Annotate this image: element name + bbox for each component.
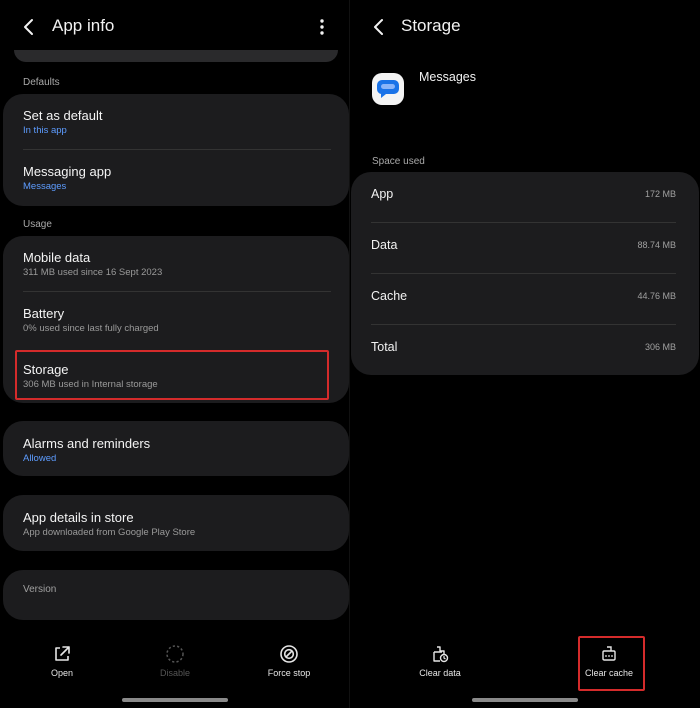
storage-item-label: Total bbox=[371, 340, 398, 354]
open-label: Open bbox=[50, 668, 74, 678]
disable-button: Disable bbox=[130, 640, 220, 678]
app-info-screen: App info Defaults Set as default In this… bbox=[0, 0, 350, 708]
storage-bottom-bar: Clear data Clear cache bbox=[350, 640, 700, 690]
page-title: App info bbox=[52, 16, 115, 35]
version-card: Version bbox=[3, 570, 349, 620]
version-row: Version bbox=[3, 570, 349, 620]
app-info-header: App info bbox=[0, 0, 350, 54]
app-info-bottom-bar: Open Disable Force stop bbox=[0, 640, 350, 690]
back-arrow-icon bbox=[374, 19, 383, 35]
disable-label: Disable bbox=[159, 668, 190, 678]
clear-cache-button[interactable]: Clear cache bbox=[564, 640, 654, 678]
row-subtitle: Messages bbox=[23, 181, 67, 192]
storage-item-app: App 172 MB bbox=[351, 172, 699, 223]
storage-item-label: Cache bbox=[371, 289, 408, 303]
storage-item-total: Total 306 MB bbox=[351, 325, 699, 376]
row-subtitle: App downloaded from Google Play Store bbox=[23, 527, 196, 538]
storage-screen: Storage Messages Space used App 172 MB D… bbox=[350, 0, 700, 708]
back-arrow-icon bbox=[24, 19, 33, 35]
row-title: Messaging app bbox=[23, 164, 112, 179]
defaults-card: Set as default In this app Messaging app… bbox=[3, 94, 349, 206]
row-title: Alarms and reminders bbox=[23, 436, 151, 451]
storage-item-value: 44.76 MB bbox=[637, 291, 676, 301]
disable-icon bbox=[166, 645, 184, 663]
row-title: Storage bbox=[23, 362, 69, 377]
app-details-card: App details in store App downloaded from… bbox=[3, 495, 349, 551]
section-label-space-used: Space used bbox=[372, 156, 425, 167]
space-used-card: App 172 MB Data 88.74 MB Cache 44.76 MB … bbox=[351, 172, 699, 375]
alarms-reminders-row[interactable]: Alarms and reminders Allowed bbox=[3, 421, 349, 476]
force-stop-button[interactable]: Force stop bbox=[244, 640, 334, 678]
battery-row[interactable]: Battery 0% used since last fully charged bbox=[3, 292, 349, 348]
section-label-usage: Usage bbox=[23, 219, 52, 230]
more-options-button[interactable] bbox=[310, 12, 334, 42]
top-partial-card bbox=[14, 50, 338, 62]
row-subtitle: 0% used since last fully charged bbox=[23, 323, 159, 334]
back-button[interactable] bbox=[14, 12, 44, 42]
alarms-card: Alarms and reminders Allowed bbox=[3, 421, 349, 476]
clear-cache-label: Clear cache bbox=[584, 668, 634, 678]
page-title: Storage bbox=[401, 16, 461, 35]
set-as-default-row[interactable]: Set as default In this app bbox=[3, 94, 349, 150]
clear-data-button[interactable]: Clear data bbox=[395, 640, 485, 678]
version-label: Version bbox=[23, 584, 57, 595]
row-subtitle: In this app bbox=[23, 125, 67, 136]
open-external-icon bbox=[55, 646, 70, 661]
back-button[interactable] bbox=[364, 12, 394, 42]
row-title: Battery bbox=[23, 306, 65, 321]
clear-data-icon bbox=[433, 646, 449, 663]
row-subtitle: Allowed bbox=[23, 453, 57, 464]
mobile-data-row[interactable]: Mobile data 311 MB used since 16 Sept 20… bbox=[3, 236, 349, 292]
row-subtitle: 306 MB used in Internal storage bbox=[23, 379, 158, 390]
storage-item-label: Data bbox=[371, 238, 398, 252]
row-subtitle: 311 MB used since 16 Sept 2023 bbox=[23, 267, 163, 278]
storage-item-value: 88.74 MB bbox=[637, 240, 676, 250]
app-details-row[interactable]: App details in store App downloaded from… bbox=[3, 495, 349, 551]
chat-bubble-icon bbox=[376, 80, 399, 98]
messaging-app-row[interactable]: Messaging app Messages bbox=[3, 150, 349, 206]
home-indicator[interactable] bbox=[472, 698, 578, 702]
usage-card: Mobile data 311 MB used since 16 Sept 20… bbox=[3, 236, 349, 403]
force-stop-icon bbox=[280, 645, 298, 663]
storage-item-cache: Cache 44.76 MB bbox=[351, 274, 699, 325]
clear-cache-icon bbox=[602, 646, 616, 661]
messages-app-icon bbox=[372, 73, 404, 105]
force-stop-label: Force stop bbox=[267, 668, 311, 678]
open-button[interactable]: Open bbox=[17, 640, 107, 678]
section-label-defaults: Defaults bbox=[23, 77, 60, 88]
storage-item-value: 172 MB bbox=[644, 189, 676, 199]
app-name: Messages bbox=[419, 70, 476, 84]
storage-header: Storage bbox=[350, 0, 700, 54]
storage-item-value: 306 MB bbox=[644, 342, 676, 352]
home-indicator[interactable] bbox=[122, 698, 228, 702]
storage-item-data: Data 88.74 MB bbox=[351, 223, 699, 274]
row-title: Mobile data bbox=[23, 250, 91, 265]
row-title: Set as default bbox=[23, 108, 103, 123]
more-vertical-icon bbox=[320, 19, 324, 35]
row-title: App details in store bbox=[23, 510, 134, 525]
storage-item-label: App bbox=[371, 187, 394, 201]
clear-data-label: Clear data bbox=[419, 668, 461, 678]
storage-row[interactable]: Storage 306 MB used in Internal storage bbox=[3, 348, 349, 403]
